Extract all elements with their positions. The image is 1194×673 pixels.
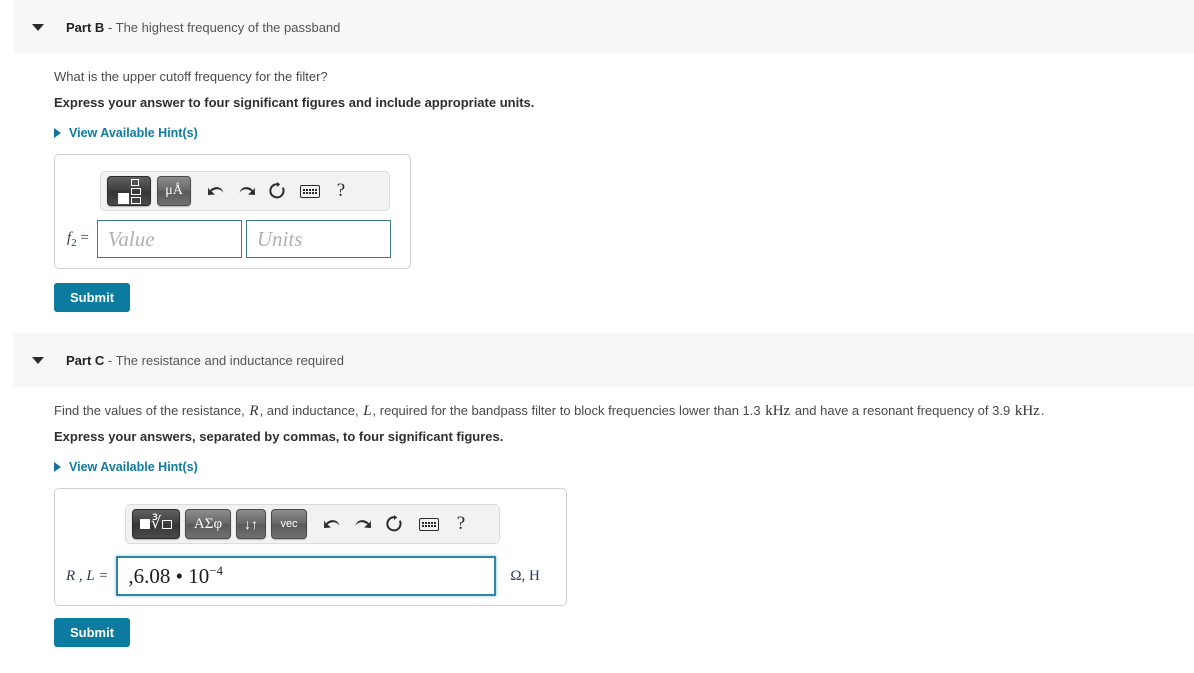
part-c-submit-button[interactable]: Submit bbox=[54, 618, 131, 647]
collapse-caret-icon[interactable] bbox=[32, 23, 44, 31]
value-input[interactable]: Value bbox=[96, 220, 242, 258]
part-c-subtitle: The resistance and inductance required bbox=[115, 352, 344, 368]
keyboard-icon bbox=[419, 517, 439, 531]
part-b-hint-link[interactable]: View Available Hint(s) bbox=[54, 126, 198, 140]
vec-button-label: vec bbox=[280, 517, 298, 530]
part-b-hint-label: View Available Hint(s) bbox=[69, 126, 198, 140]
part-c-toolbar: ∛ ΑΣφ ↓↑ vec ? bbox=[125, 504, 500, 544]
homework-page: Part B - The highest frequency of the pa… bbox=[0, 0, 1194, 673]
part-b-instruction: Express your answer to four significant … bbox=[54, 95, 535, 110]
hint-caret-icon bbox=[54, 128, 61, 138]
redo-arrow-icon bbox=[239, 186, 255, 195]
undo-button[interactable] bbox=[317, 509, 347, 539]
part-c-answer-panel: ∛ ΑΣφ ↓↑ vec ? R , L = ,6.08 • 10−4 Ω, H bbox=[54, 488, 567, 606]
help-label: ? bbox=[336, 180, 346, 201]
part-c-dash: - bbox=[104, 352, 116, 368]
answer-exponent: −4 bbox=[209, 563, 224, 578]
part-b-title: Part B - The highest frequency of the pa… bbox=[66, 20, 340, 35]
reset-button[interactable] bbox=[261, 176, 293, 206]
part-b-dash: - bbox=[104, 19, 116, 35]
redo-arrow-icon bbox=[355, 519, 371, 528]
arrows-button[interactable]: ↓↑ bbox=[236, 509, 266, 539]
undo-arrow-icon bbox=[323, 519, 339, 528]
hint-caret-icon bbox=[54, 462, 61, 472]
vector-button[interactable]: vec bbox=[271, 509, 307, 539]
arrows-button-label: ↓↑ bbox=[244, 516, 258, 532]
question-unit-khz-2: kHz bbox=[1014, 403, 1040, 419]
greek-symbols-button[interactable]: ΑΣφ bbox=[185, 509, 231, 539]
question-var-l: L bbox=[363, 403, 372, 419]
part-c-answer-label: R , L = bbox=[66, 567, 109, 584]
part-c-instruction: Express your answers, separated by comma… bbox=[54, 429, 504, 444]
nth-root-template-button[interactable]: ∛ bbox=[132, 509, 180, 539]
question-segment-1: Find the values of the resistance, bbox=[54, 403, 249, 418]
part-c-units-suffix: Ω, H bbox=[510, 567, 540, 584]
part-c-title: Part C - The resistance and inductance r… bbox=[66, 353, 344, 368]
part-b-answer-panel: μÅ ? f2 = Value Units bbox=[54, 154, 411, 269]
keyboard-icon bbox=[300, 184, 320, 198]
part-b-answer-label: f2 = bbox=[67, 229, 89, 249]
resistance-inductance-input[interactable]: ,6.08 • 10−4 bbox=[116, 556, 497, 596]
part-c-answer-row: R , L = ,6.08 • 10−4 Ω, H bbox=[66, 556, 540, 596]
collapse-caret-icon[interactable] bbox=[32, 356, 44, 364]
part-b-label: Part B bbox=[66, 19, 105, 35]
template-insert-button[interactable] bbox=[107, 176, 151, 206]
question-segment-5: . bbox=[1040, 403, 1045, 418]
question-segment-4: and have a resonant frequency of 3.9 bbox=[791, 403, 1014, 418]
units-input[interactable]: Units bbox=[245, 220, 391, 258]
units-button-label: μÅ bbox=[165, 183, 183, 198]
redo-button[interactable] bbox=[347, 509, 377, 539]
question-unit-khz-1: kHz bbox=[765, 403, 791, 419]
part-c-header[interactable]: Part C - The resistance and inductance r… bbox=[14, 333, 1194, 387]
question-var-r: R bbox=[249, 403, 259, 419]
answer-value: ,6.08 • 10−4 bbox=[128, 563, 223, 589]
part-c-question: Find the values of the resistance, R, an… bbox=[54, 403, 1044, 420]
reset-button[interactable] bbox=[377, 509, 411, 539]
units-button[interactable]: μÅ bbox=[157, 176, 191, 206]
answer-mantissa: ,6.08 • 10 bbox=[128, 564, 210, 588]
keyboard-button[interactable] bbox=[293, 176, 327, 206]
part-b-subtitle: The highest frequency of the passband bbox=[115, 19, 341, 35]
part-b-submit-button[interactable]: Submit bbox=[54, 283, 131, 312]
part-c-hint-label: View Available Hint(s) bbox=[69, 460, 198, 474]
help-label: ? bbox=[456, 513, 466, 534]
reset-arrow-icon bbox=[269, 182, 285, 199]
part-c-hint-link[interactable]: View Available Hint(s) bbox=[54, 460, 198, 474]
part-b-toolbar: μÅ ? bbox=[100, 171, 390, 211]
reset-arrow-icon bbox=[386, 515, 402, 532]
keyboard-button[interactable] bbox=[411, 509, 447, 539]
undo-button[interactable] bbox=[201, 176, 231, 206]
greek-button-label: ΑΣφ bbox=[193, 515, 223, 532]
units-placeholder: Units bbox=[256, 226, 303, 251]
help-button[interactable]: ? bbox=[327, 176, 355, 206]
redo-button[interactable] bbox=[231, 176, 261, 206]
undo-arrow-icon bbox=[207, 186, 223, 195]
question-segment-2: , and inductance, bbox=[259, 403, 363, 418]
part-b-question: What is the upper cutoff frequency for t… bbox=[54, 69, 328, 84]
template-icon bbox=[117, 178, 141, 204]
nth-root-icon: ∛ bbox=[139, 516, 173, 532]
value-placeholder: Value bbox=[107, 226, 155, 251]
part-b-header[interactable]: Part B - The highest frequency of the pa… bbox=[14, 0, 1194, 54]
part-c-label: Part C bbox=[66, 352, 105, 368]
question-segment-3: , required for the bandpass filter to bl… bbox=[372, 403, 765, 418]
help-button[interactable]: ? bbox=[447, 509, 475, 539]
part-b-answer-row: f2 = Value Units bbox=[67, 220, 391, 258]
